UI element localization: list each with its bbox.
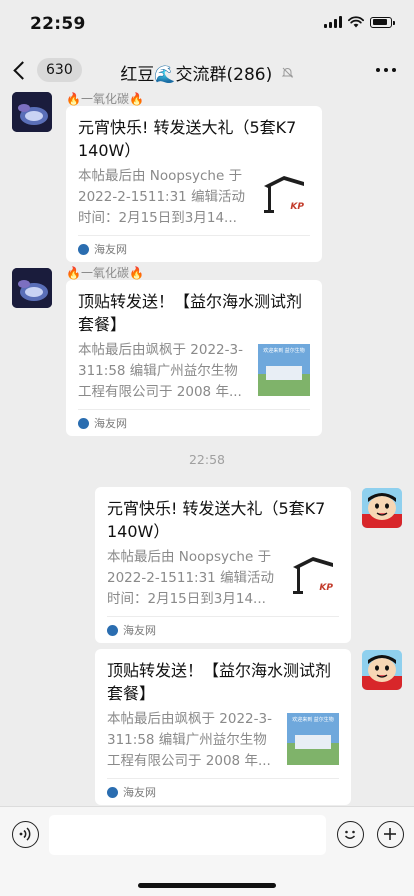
chat-title: 红豆🌊交流群(286) [0,60,414,85]
link-card[interactable]: 顶贴转发送！【益尔海水测试剂套餐】 本帖最后由飒枫于 2022-3-311:58… [66,280,322,436]
smiley-icon [344,830,356,839]
input-bar [0,806,414,896]
card-thumbnail: 欢迎来到 益尔生物 [287,713,339,765]
card-source: 海友网 [107,616,339,643]
card-title: 顶贴转发送！【益尔海水测试剂套餐】 [107,661,332,703]
card-thumbnail: KP [287,551,339,603]
source-logo-icon [107,624,118,636]
card-source-label: 海友网 [94,417,127,430]
more-options-button[interactable] [376,68,396,72]
message-input[interactable] [49,815,326,855]
emoji-button[interactable] [337,821,364,848]
link-card[interactable]: 元宵快乐! 转发送大礼（5套K7 140W） 本帖最后由 Noopsyche 于… [66,106,322,262]
cellular-signal-icon [324,16,342,28]
wifi-icon [348,16,364,28]
sender-name: 🔥一氧化碳🔥 [66,266,144,280]
card-source-label: 海友网 [94,243,127,256]
source-logo-icon [78,243,89,255]
thumbnail-banner-text: 欢迎来到 益尔生物 [263,348,305,354]
link-card[interactable]: 元宵快乐! 转发送大礼（5套K7 140W） 本帖最后由 Noopsyche 于… [95,487,351,643]
thumbnail-logo-text: KP [290,202,304,212]
chat-header: 630 红豆🌊交流群(286) [0,48,414,92]
card-title: 元宵快乐! 转发送大礼（5套K7 140W） [107,499,326,541]
source-logo-icon [78,417,89,429]
voice-input-button[interactable] [12,821,39,848]
message-list: 🔥一氧化碳🔥 元宵快乐! 转发送大礼（5套K7 140W） 本帖最后由 Noop… [0,92,414,806]
card-source-label: 海友网 [123,624,156,637]
card-thumbnail: KP [258,170,310,222]
card-description: 本帖最后由飒枫于 2022-3-311:58 编辑广州益尔生物工程有限公司于 2… [107,711,272,769]
thumbnail-banner-text: 欢迎来到 益尔生物 [292,717,334,723]
plus-icon [384,828,396,840]
my-avatar-image [362,650,402,690]
card-thumbnail: 欢迎来到 益尔生物 [258,344,310,396]
status-time: 22:59 [30,14,86,34]
card-description: 本帖最后由飒枫于 2022-3-311:58 编辑广州益尔生物工程有限公司于 2… [78,342,243,400]
time-separator: 22:58 [188,452,226,467]
card-source: 海友网 [78,235,310,262]
more-functions-button[interactable] [377,821,404,848]
card-source-label: 海友网 [123,786,156,799]
my-avatar-image [362,488,402,528]
card-description: 本帖最后由 Noopsyche 于 2022-2-1511:31 编辑活动时间：… [107,549,275,607]
sender-avatar-image [12,92,52,132]
source-logo-icon [107,786,118,798]
avatar[interactable] [362,650,402,690]
status-icons [324,16,395,28]
status-bar: 22:59 [0,0,414,48]
home-indicator [138,883,276,888]
group-name: 红豆🌊交流群(286) [120,65,273,85]
card-description: 本帖最后由 Noopsyche 于 2022-2-1511:31 编辑活动时间：… [78,168,246,226]
avatar[interactable] [12,92,52,132]
voice-wave-icon [19,827,31,841]
card-source: 海友网 [107,778,339,805]
card-source: 海友网 [78,409,310,436]
avatar[interactable] [362,488,402,528]
sender-name: 🔥一氧化碳🔥 [66,92,144,106]
link-card[interactable]: 顶贴转发送！【益尔海水测试剂套餐】 本帖最后由飒枫于 2022-3-311:58… [95,649,351,805]
card-title: 顶贴转发送！【益尔海水测试剂套餐】 [78,292,303,334]
avatar[interactable] [12,268,52,308]
battery-icon [370,16,395,28]
mute-bell-icon [281,67,293,78]
sender-avatar-image [12,268,52,308]
thumbnail-logo-text: KP [319,583,333,593]
card-title: 元宵快乐! 转发送大礼（5套K7 140W） [78,118,297,160]
